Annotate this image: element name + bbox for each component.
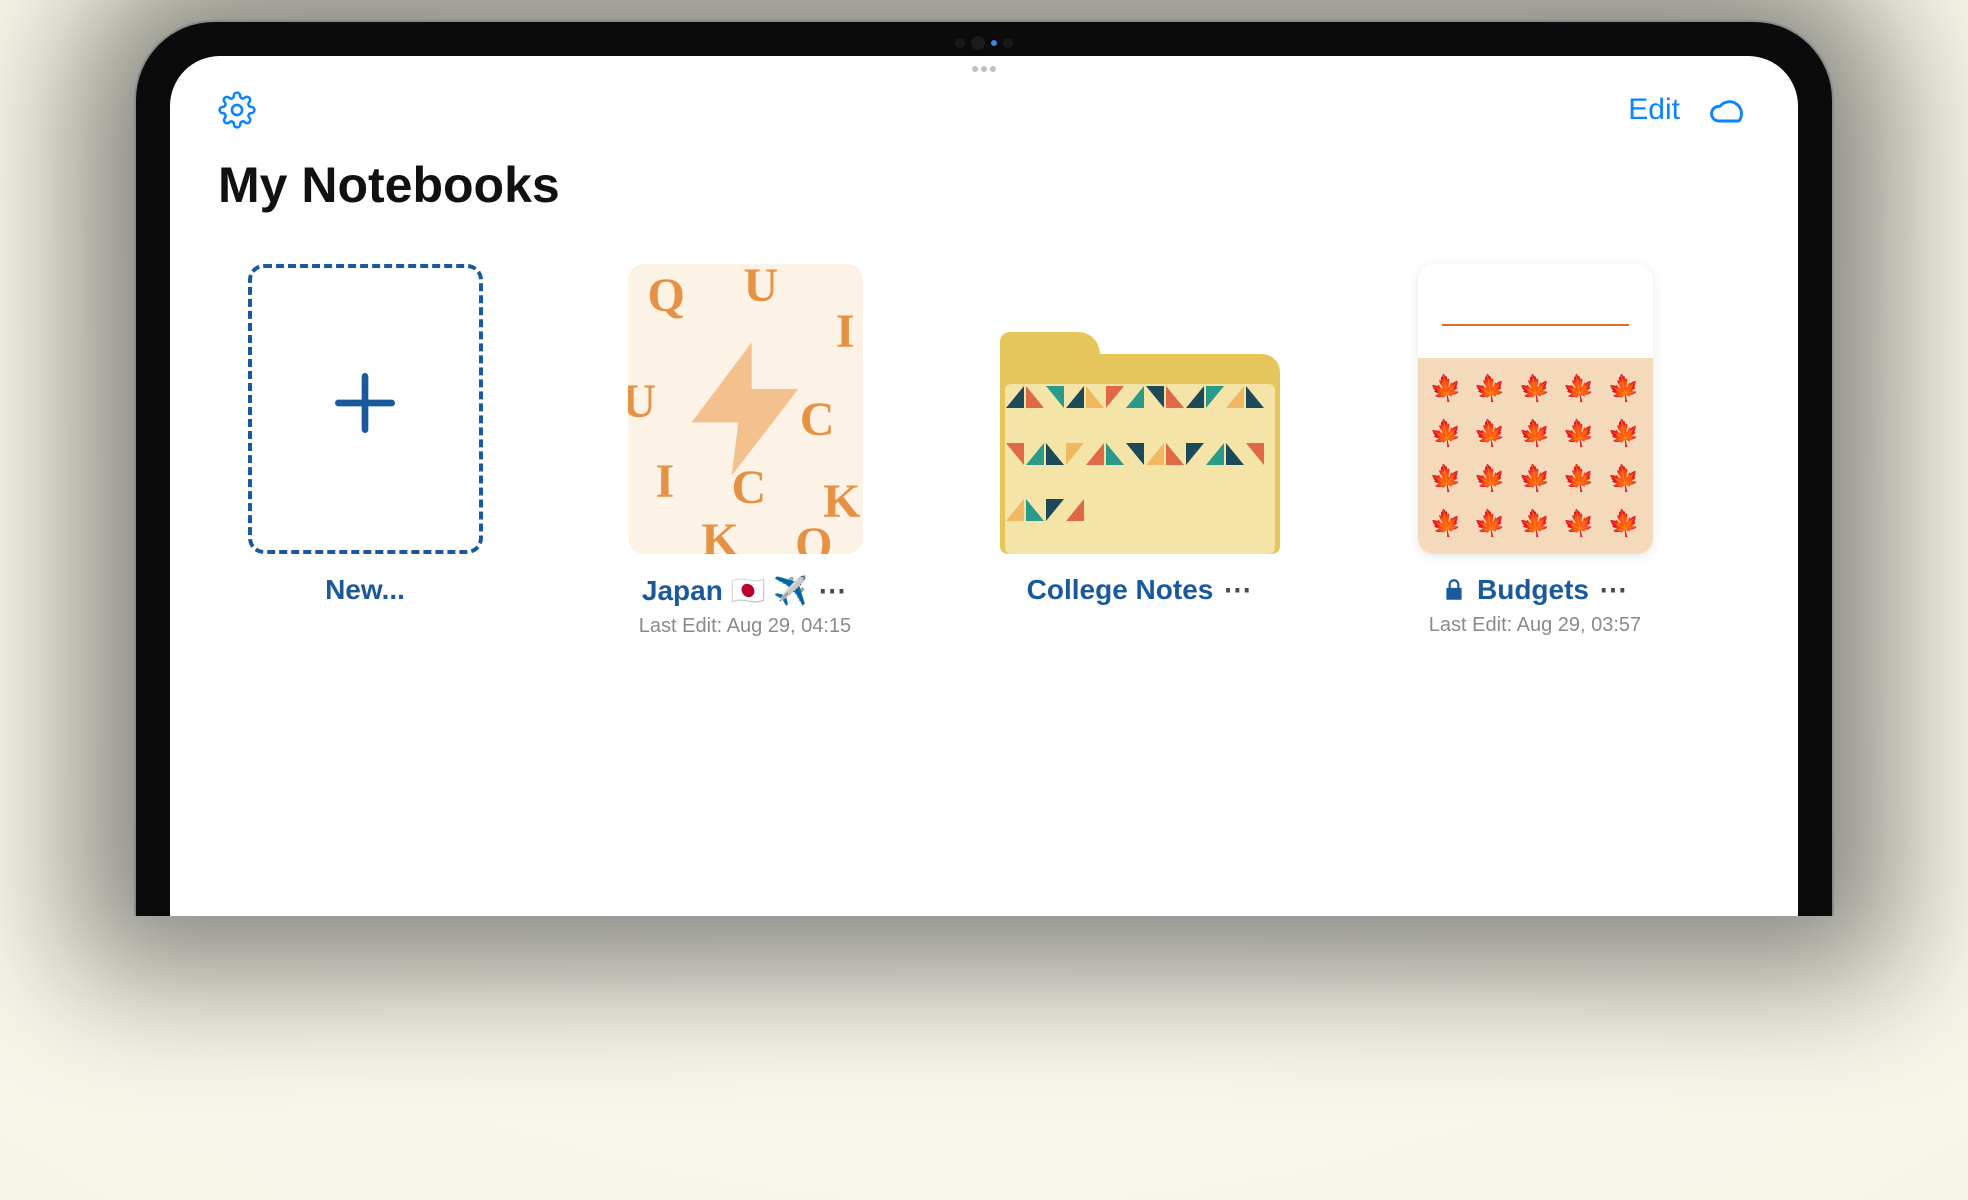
gear-icon bbox=[218, 91, 256, 129]
maple-leaf-icon: 🍁 bbox=[1427, 370, 1464, 406]
app-screen: Edit My Notebooks New... bbox=[170, 56, 1798, 916]
folder-cover-college[interactable]: /*inline visual only*/ bbox=[1000, 264, 1280, 554]
lock-icon bbox=[1441, 577, 1467, 603]
notebook-cover-japan[interactable]: Q U I U C I C K K O bbox=[628, 264, 863, 554]
decorative-rule bbox=[1442, 324, 1629, 326]
decorative-letters: Q U I U C I C K K O bbox=[628, 264, 863, 554]
new-notebook-card[interactable]: New... bbox=[240, 264, 490, 606]
more-button[interactable]: ⋯ bbox=[1599, 576, 1629, 604]
new-notebook-label[interactable]: New... bbox=[325, 574, 405, 606]
notebook-card-japan[interactable]: Q U I U C I C K K O Japan 🇯🇵 ✈️ ⋯ bbox=[620, 264, 870, 638]
more-button[interactable]: ⋯ bbox=[818, 577, 848, 605]
more-button[interactable]: ⋯ bbox=[1223, 576, 1253, 604]
settings-button[interactable] bbox=[218, 91, 256, 129]
folder-card-college[interactable]: /*inline visual only*/ bbox=[1000, 264, 1280, 606]
notebook-card-budgets[interactable]: 🍁🍁🍁🍁🍁 🍁🍁🍁🍁🍁 🍁🍁🍁🍁🍁 🍁🍁🍁🍁🍁 Budgets ⋯ Last E… bbox=[1410, 264, 1660, 637]
notebook-title[interactable]: Japan 🇯🇵 ✈️ bbox=[642, 574, 808, 607]
cloud-button[interactable] bbox=[1706, 88, 1750, 132]
notebook-subtitle: Last Edit: Aug 29, 04:15 bbox=[639, 615, 851, 638]
edit-button[interactable]: Edit bbox=[1628, 93, 1680, 127]
notebook-subtitle: Last Edit: Aug 29, 03:57 bbox=[1429, 614, 1641, 637]
notebook-cover-budgets[interactable]: 🍁🍁🍁🍁🍁 🍁🍁🍁🍁🍁 🍁🍁🍁🍁🍁 🍁🍁🍁🍁🍁 bbox=[1418, 264, 1653, 554]
tablet-frame: Edit My Notebooks New... bbox=[134, 20, 1834, 916]
notebook-grid: New... Q U I U C I C K K bbox=[170, 244, 1798, 638]
folder-title[interactable]: College Notes bbox=[1027, 574, 1214, 606]
plus-icon bbox=[325, 363, 405, 456]
new-notebook-cover[interactable] bbox=[248, 264, 483, 554]
notebook-title[interactable]: Budgets bbox=[1477, 574, 1589, 606]
page-title: My Notebooks bbox=[170, 142, 1798, 244]
multitask-grabber[interactable] bbox=[972, 66, 996, 72]
leaf-pattern: 🍁🍁🍁🍁🍁 🍁🍁🍁🍁🍁 🍁🍁🍁🍁🍁 🍁🍁🍁🍁🍁 bbox=[1418, 358, 1653, 554]
tablet-camera-notch bbox=[955, 36, 1013, 50]
cloud-icon bbox=[1706, 88, 1750, 132]
folder-pattern: /*inline visual only*/ bbox=[1005, 384, 1275, 554]
